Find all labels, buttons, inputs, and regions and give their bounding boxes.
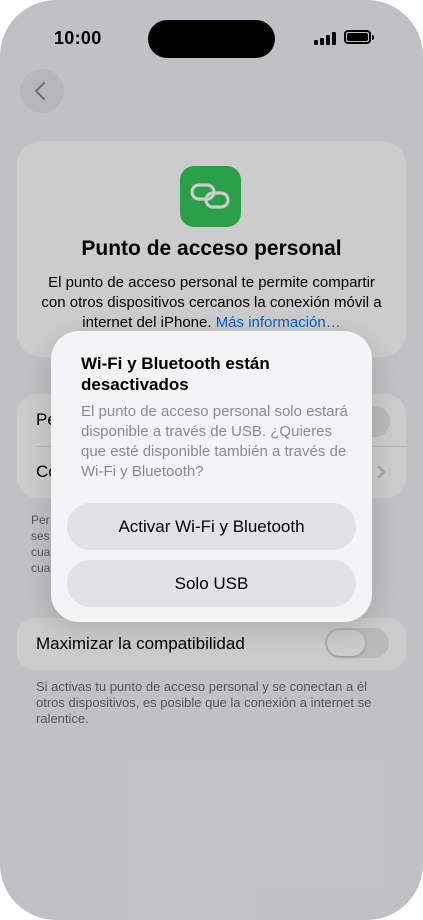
bluetooth-wifi-alert: Wi-Fi y Bluetooth están desactivados El … <box>51 331 372 622</box>
enable-wifi-bluetooth-button[interactable]: Activar Wi-Fi y Bluetooth <box>67 503 356 550</box>
screen: 10:00 Punto de acceso personal El punto … <box>0 0 423 920</box>
usb-only-button[interactable]: Solo USB <box>67 560 356 607</box>
alert-title: Wi-Fi y Bluetooth están desactivados <box>81 354 270 394</box>
phone-frame: 10:00 Punto de acceso personal El punto … <box>0 0 423 920</box>
alert-message: El punto de acceso personal solo estará … <box>81 403 348 480</box>
